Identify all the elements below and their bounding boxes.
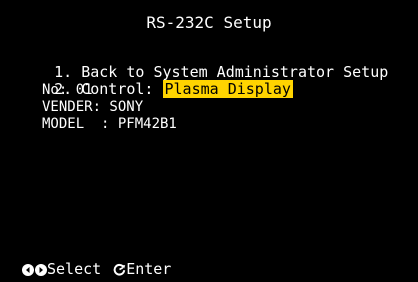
right-arrow-circle-icon	[35, 263, 47, 276]
rotary-enter-icon	[113, 263, 126, 276]
device-number: No: 01	[42, 82, 93, 98]
rs232c-setup-screen: RS-232C Setup 1. Back to System Administ…	[0, 0, 418, 282]
device-vender: VENDER: SONY	[42, 99, 144, 115]
select-hint-label: Select	[47, 260, 102, 278]
left-arrow-circle-icon	[22, 263, 34, 276]
footer-hints: Select Enter	[22, 261, 171, 278]
screen-title: RS-232C Setup	[146, 13, 272, 32]
control-value-selected[interactable]: Plasma Display	[162, 80, 293, 98]
device-model: MODEL : PFM42B1	[42, 116, 177, 132]
enter-hint-label: Enter	[126, 260, 172, 278]
